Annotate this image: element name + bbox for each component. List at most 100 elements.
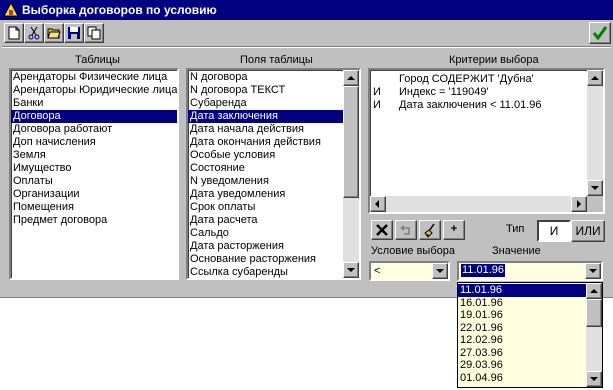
field-list-item[interactable]: Дата расчета [188,214,343,227]
criteria-scroll-right-button[interactable] [571,196,587,212]
value-option[interactable]: 22.01.96 [458,322,586,335]
field-list-item[interactable]: N уведомления [188,175,343,188]
criteria-list[interactable]: Город СОДЕРЖИТ 'Дубна' И Индекс = '119049'… [368,68,605,214]
scroll-down-button[interactable] [343,262,359,278]
chevron-down-icon [436,269,444,273]
window-title: Выборка договоров по условию [22,3,217,17]
table-list-item[interactable]: Арендаторы Юридические лица [11,84,177,97]
field-list-item[interactable]: Субаренда [188,97,343,110]
criterion-text: Город СОДЕРЖИТ 'Дубна' [399,73,534,85]
field-list-item[interactable]: Дата расторжения [188,240,343,253]
title-bar[interactable]: Выборка договоров по условию [0,0,613,20]
value-option[interactable]: 29.03.96 [458,359,586,372]
field-list-item[interactable]: Основание расторжения [188,253,343,266]
criterion-operator: И [373,86,381,98]
new-button[interactable] [4,23,24,43]
value-dropdown-button[interactable] [585,263,601,279]
dropdown-scroll-up-button[interactable] [586,283,602,299]
value-option[interactable]: 27.03.96 [458,347,586,360]
dropdown-scroll-down-button[interactable] [586,371,602,387]
field-list-item[interactable]: Особые условия [188,149,343,162]
chevron-up-icon [591,76,599,80]
field-list-item[interactable]: Дата окончания действия [188,136,343,149]
save-icon [68,27,80,39]
field-list-item[interactable]: Дата начала действия [188,123,343,136]
chevron-down-icon [347,268,355,272]
value-current: 11.01.96 [461,264,506,277]
field-list-item[interactable]: Срок оплаты [188,201,343,214]
field-list-item[interactable]: N договора ТЕКСТ [188,84,343,97]
table-list-item[interactable]: Доп начисления [11,136,177,149]
fields-scrollbar[interactable] [343,70,359,278]
condition-value: < [374,265,381,277]
value-option[interactable]: 01.04.96 [458,372,586,385]
chevron-down-icon [591,186,599,190]
field-list-item[interactable]: Состояние [188,162,343,175]
criteria-scroll-left-button[interactable] [370,196,386,212]
type-label: Тип [506,223,525,235]
undo-button[interactable] [395,220,417,240]
criterion-operator: И [373,99,381,111]
scroll-corner [587,196,603,212]
value-option[interactable]: 12.02.96 [458,334,586,347]
plus-icon: + [450,223,458,235]
table-list-item[interactable]: Имущество [11,162,177,175]
broom-icon [424,223,435,238]
cut-button[interactable] [24,23,44,43]
table-list-item[interactable]: Договора [11,110,177,123]
save-button[interactable] [64,23,84,43]
criteria-hscrollbar[interactable] [370,196,587,212]
value-dropdown-list[interactable]: 11.01.96 16.01.96 19.01.96 22.01.96 12.02.96… [457,282,603,388]
field-list-item[interactable]: Сальдо [188,227,343,240]
table-list-item[interactable]: Земля [11,149,177,162]
clear-criteria-button[interactable] [419,220,441,240]
scroll-up-button[interactable] [343,70,359,86]
table-list-item[interactable]: Помещения [11,201,177,214]
criterion-row[interactable]: И Индекс = '119049' [373,86,489,99]
value-dropdown-scrollbar[interactable] [586,283,602,387]
table-list-item[interactable]: Организации [11,188,177,201]
table-list-item[interactable]: Банки [11,97,177,110]
condition-dropdown-button[interactable] [432,263,448,279]
fields-list[interactable]: N договора N договора ТЕКСТ Субаренда Дата … [186,68,361,280]
toolbar-separator [2,46,611,48]
dropdown-scroll-thumb[interactable] [586,299,602,327]
field-list-item[interactable]: N договора [188,71,343,84]
criterion-text: Дата заключения < 11.01.96 [399,99,542,111]
criteria-vscrollbar[interactable] [587,70,603,196]
add-criterion-button[interactable]: + [443,220,465,240]
tables-list[interactable]: Арендаторы Физические лица Арендаторы Юри… [9,68,179,280]
value-option[interactable]: 19.01.96 [458,309,586,322]
type-or-button[interactable]: ИЛИ [571,220,605,242]
chevron-up-icon [590,289,598,293]
value-option[interactable]: 11.01.96 [458,284,586,297]
criterion-row[interactable]: Город СОДЕРЖИТ 'Дубна' [373,73,534,86]
value-label: Значение [492,245,541,257]
value-option[interactable]: 16.01.96 [458,297,586,310]
open-button[interactable] [44,23,64,43]
field-list-item[interactable]: Дата уведомления [188,188,343,201]
table-list-item[interactable]: Предмет договора [11,214,177,227]
new-icon [8,26,20,40]
criteria-scroll-up-button[interactable] [587,70,603,86]
delete-criterion-button[interactable] [371,220,393,240]
open-icon [47,28,61,39]
criteria-scroll-down-button[interactable] [587,180,603,196]
table-list-item[interactable]: Арендаторы Физические лица [11,71,177,84]
type-and-button[interactable]: И [537,220,571,242]
copy-button[interactable] [84,23,104,43]
table-list-item[interactable]: Договора работают [11,123,177,136]
scroll-thumb[interactable] [343,86,359,198]
criteria-header: Критерии выбора [449,54,539,66]
copy-icon [87,26,101,40]
chevron-down-icon [589,269,597,273]
fields-header: Поля таблицы [240,54,313,66]
condition-select[interactable]: < [369,261,450,281]
table-list-item[interactable]: Оплаты [11,175,177,188]
ok-button[interactable] [589,22,611,44]
value-select[interactable]: 11.01.96 [457,261,603,281]
field-list-item[interactable]: Ссылка субаренды [188,266,343,278]
cut-icon [28,26,40,40]
field-list-item[interactable]: Дата заключения [188,110,343,123]
criterion-row[interactable]: И Дата заключения < 11.01.96 [373,99,542,112]
